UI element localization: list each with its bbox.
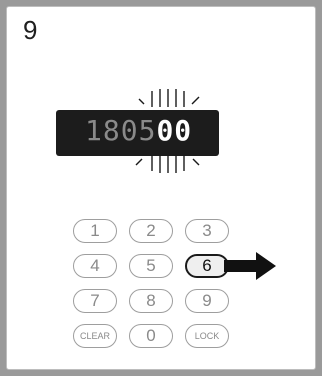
key-3[interactable]: 3: [185, 219, 229, 243]
display-lit-digits: 00: [156, 114, 193, 147]
key-1[interactable]: 1: [73, 219, 117, 243]
key-6-highlighted[interactable]: 6: [185, 254, 229, 278]
display-digits: 180500: [85, 114, 192, 147]
key-2[interactable]: 2: [129, 219, 173, 243]
key-7[interactable]: 7: [73, 289, 117, 313]
key-0[interactable]: 0: [129, 324, 173, 348]
flash-rays-icon: [135, 89, 200, 173]
display-dim-digits: 1805: [85, 114, 157, 147]
key-4[interactable]: 4: [73, 254, 117, 278]
key-lock[interactable]: LOCK: [185, 324, 229, 348]
key-8[interactable]: 8: [129, 289, 173, 313]
key-9[interactable]: 9: [185, 289, 229, 313]
step-number: 9: [23, 15, 38, 45]
key-5[interactable]: 5: [129, 254, 173, 278]
lock-display: 180500: [56, 110, 219, 156]
arrow-right-icon: [224, 252, 276, 280]
instruction-panel: 9 180500 1 2 3 4 5 6 7 8 9 CLEAR 0 LOCK: [6, 6, 316, 370]
key-clear[interactable]: CLEAR: [73, 324, 117, 348]
